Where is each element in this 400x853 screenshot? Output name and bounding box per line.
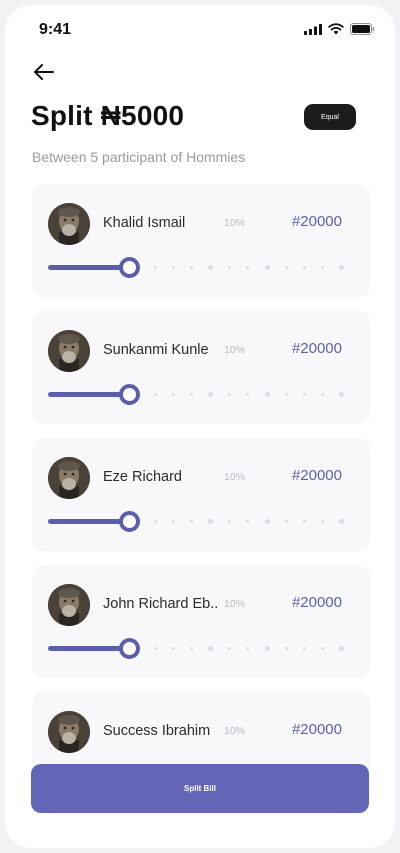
share-slider[interactable] (48, 510, 344, 532)
signal-icon (304, 23, 322, 35)
participant-percent: 10% (224, 344, 246, 356)
participant-amount: #20000 (291, 467, 342, 484)
slider-thumb[interactable] (119, 384, 140, 405)
participant-name: Success Ibrahim (103, 723, 211, 739)
status-time: 9:41 (39, 21, 72, 38)
battery-icon (350, 23, 375, 35)
slider-thumb[interactable] (119, 638, 140, 659)
phone-screen: 9:41 Split ₦5000 Equal Between 5 partici… (5, 5, 395, 848)
avatar[interactable] (48, 711, 90, 753)
slider-track (154, 646, 344, 651)
avatar[interactable] (48, 203, 90, 245)
slider-track (154, 519, 344, 524)
participant-card: Sunkanmi Kunle 10% #20000 (32, 311, 370, 424)
slider-track (154, 392, 344, 397)
participant-card: John Richard Eb.. 10% #20000 (32, 565, 370, 678)
participant-card: Eze Richard 10% #20000 (32, 438, 370, 551)
page-subtitle: Between 5 participant of Hommies (32, 149, 246, 165)
avatar[interactable] (48, 457, 90, 499)
slider-thumb[interactable] (119, 511, 140, 532)
share-slider[interactable] (48, 383, 344, 405)
wifi-icon (328, 23, 344, 35)
share-slider[interactable] (48, 637, 344, 659)
participant-name: Sunkanmi Kunle (103, 342, 209, 358)
page-title: Split ₦5000 (31, 100, 185, 131)
participant-amount: #20000 (291, 340, 342, 357)
participant-amount: #20000 (291, 594, 342, 611)
participant-percent: 10% (224, 598, 246, 610)
share-slider[interactable] (48, 256, 344, 278)
participant-name: Khalid Ismail (103, 215, 186, 231)
participant-name: John Richard Eb.. (103, 596, 219, 612)
participant-card: Khalid Ismail 10% #20000 (32, 184, 370, 297)
slider-thumb[interactable] (119, 257, 140, 278)
status-bar: 9:41 (5, 5, 395, 55)
participant-name: Eze Richard (103, 469, 182, 485)
participant-percent: 10% (224, 725, 246, 737)
split-bill-button[interactable]: Split Bill (31, 764, 369, 813)
participant-percent: 10% (224, 217, 246, 229)
status-icons (304, 23, 375, 35)
participant-amount: #20000 (291, 721, 342, 738)
participant-amount: #20000 (291, 213, 342, 230)
back-arrow-icon[interactable] (31, 61, 57, 83)
avatar[interactable] (48, 330, 90, 372)
equal-split-button[interactable]: Equal (304, 104, 356, 130)
avatar[interactable] (48, 584, 90, 626)
slider-track (154, 265, 344, 270)
participant-percent: 10% (224, 471, 246, 483)
